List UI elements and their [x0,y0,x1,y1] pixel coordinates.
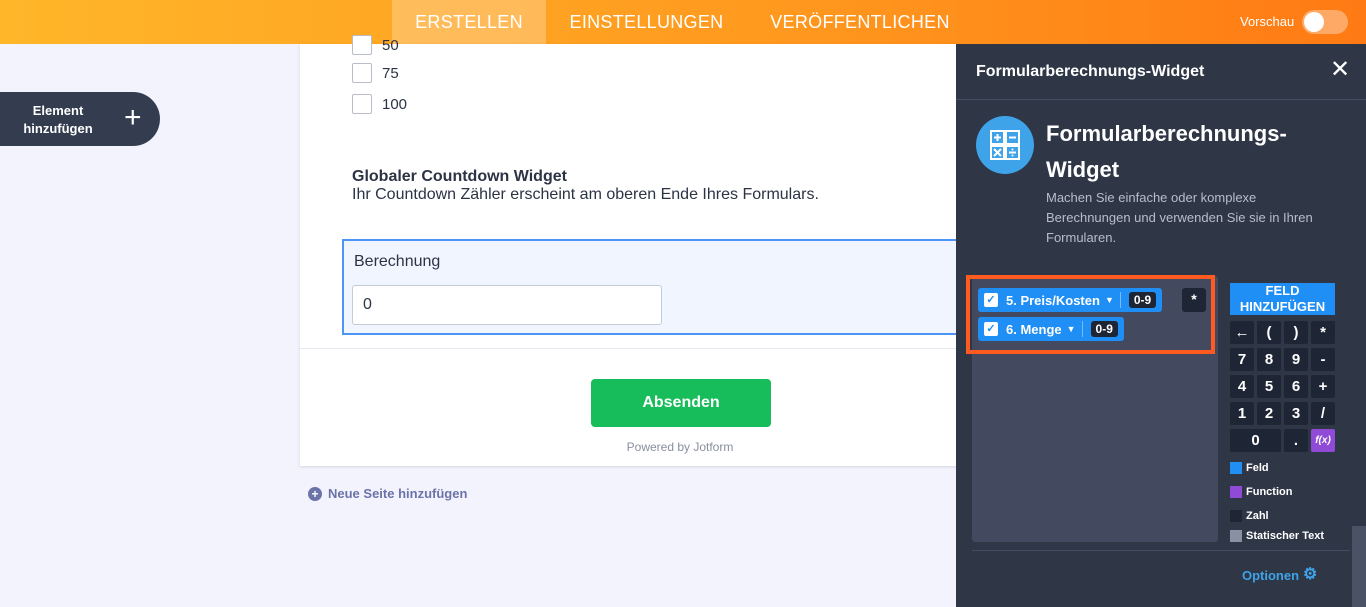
scrollbar[interactable] [1352,526,1366,607]
options-label: Optionen [1242,567,1300,583]
key-9[interactable]: 9 [1284,348,1308,371]
legend-swatch [1230,462,1242,474]
legend-label: Feld [1246,462,1269,474]
legend-zahl: Zahl [1230,510,1269,522]
checkbox-option-75[interactable]: 75 [352,62,399,84]
checkbox-option-50[interactable]: 50 [352,34,399,56]
add-field-label-2: HINZUFÜGEN [1239,299,1326,314]
key-6[interactable]: 6 [1284,375,1308,398]
checkbox[interactable] [352,94,372,114]
key-minus[interactable]: - [1311,348,1335,371]
key-divide[interactable]: / [1311,402,1335,425]
key-close-paren[interactable]: ) [1284,321,1308,344]
key-4[interactable]: 4 [1230,375,1254,398]
key-backspace[interactable]: ← [1230,321,1254,344]
checkbox-label: 100 [382,95,408,113]
key-plus[interactable]: + [1311,375,1335,398]
calculation-label: Berechnung [354,253,441,270]
key-8[interactable]: 8 [1257,348,1281,371]
add-new-page-link[interactable]: + Neue Seite hinzufügen [308,486,467,501]
legend-label: Function [1246,486,1293,498]
add-element-label: Element hinzufügen [23,103,93,136]
key-7[interactable]: 7 [1230,348,1254,371]
add-field-label-1: FELD [1265,283,1300,298]
legend-statischer-text: Statischer Text [1230,530,1324,542]
widget-description: Machen Sie einfache oder komplexe Berech… [1046,190,1313,245]
legend-swatch [1230,510,1242,522]
plus-circle-icon: + [308,486,322,501]
legend-swatch [1230,486,1242,498]
widget-settings-panel: Formularberechnungs-Widget ✕ Formularber… [956,44,1366,607]
calculation-field[interactable]: Berechnung 0 [342,239,962,335]
add-new-page-label: Neue Seite hinzufügen [328,486,468,501]
key-5[interactable]: 5 [1257,375,1281,398]
key-multiply[interactable]: * [1311,321,1335,344]
key-decimal[interactable]: . [1284,429,1308,452]
checkbox-label: 75 [382,64,399,82]
checkbox-label: 50 [382,36,399,54]
preview-toggle-knob [1304,12,1324,32]
legend-function: Function [1230,486,1292,498]
checkbox[interactable] [352,35,372,55]
checkbox-option-100[interactable]: 100 [352,93,407,115]
preview-label: Vorschau [1240,14,1295,29]
key-open-paren[interactable]: ( [1257,321,1281,344]
highlight-box [966,275,1215,354]
function-icon[interactable]: f(x) [1311,429,1335,452]
powered-by-text: Powered by Jotform [626,440,734,454]
widget-name-line-2: Widget [1046,157,1120,182]
gear-icon: ⚙ [1303,566,1318,583]
close-icon[interactable]: ✕ [1330,58,1350,82]
tab-veroeffentlichen[interactable]: VERÖFFENTLICHEN [760,0,960,44]
tab-einstellungen[interactable]: EINSTELLUNGEN [560,0,733,44]
preview-toggle[interactable] [1302,10,1348,34]
divider [300,348,960,349]
checkbox[interactable] [352,63,372,83]
legend-label: Zahl [1246,510,1269,522]
calculator-icon [976,116,1034,174]
countdown-widget-description: Ihr Countdown Zähler erscheint am oberen… [352,186,819,203]
add-element-button[interactable]: Element hinzufügen + [0,92,160,146]
calculation-input[interactable]: 0 [352,285,662,325]
widget-name-line-1: Formularberechnungs- [1046,121,1287,146]
key-0[interactable]: 0 [1230,429,1281,452]
options-button[interactable]: Optionen ⚙ [1242,567,1317,583]
plus-icon: + [124,101,142,134]
key-2[interactable]: 2 [1257,402,1281,425]
divider [972,550,1350,551]
widget-name: Formularberechnungs- Widget [1046,116,1336,188]
key-3[interactable]: 3 [1284,402,1308,425]
legend-feld: Feld [1230,462,1269,474]
panel-header: Formularberechnungs-Widget ✕ [956,44,1366,100]
form-canvas: 50 75 100 Globaler Countdown Widget Ihr … [300,35,962,466]
tab-erstellen[interactable]: ERSTELLEN [392,0,546,44]
legend-swatch [1230,530,1242,542]
panel-title: Formularberechnungs-Widget [976,63,1205,80]
top-navigation-bar: ERSTELLEN EINSTELLUNGEN VERÖFFENTLICHEN … [0,0,1366,44]
add-field-button[interactable]: FELD HINZUFÜGEN [1230,283,1335,315]
countdown-widget-title: Globaler Countdown Widget [352,168,567,185]
legend-label: Statischer Text [1246,530,1325,542]
submit-button[interactable]: Absenden [591,379,771,427]
key-1[interactable]: 1 [1230,402,1254,425]
